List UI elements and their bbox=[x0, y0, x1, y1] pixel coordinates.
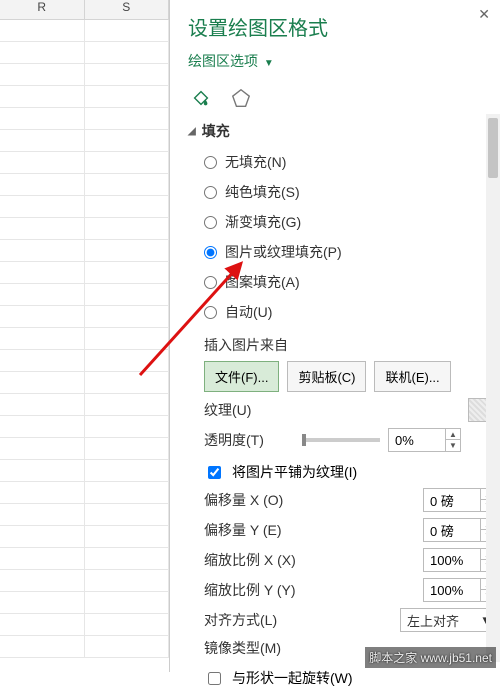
table-row[interactable] bbox=[0, 482, 169, 504]
table-row[interactable] bbox=[0, 570, 169, 592]
table-row[interactable] bbox=[0, 372, 169, 394]
table-row[interactable] bbox=[0, 86, 169, 108]
table-row[interactable] bbox=[0, 394, 169, 416]
table-row[interactable] bbox=[0, 42, 169, 64]
scale-y-input[interactable] bbox=[424, 583, 480, 598]
offset-y-input[interactable] bbox=[424, 523, 480, 538]
fill-section-header[interactable]: ◢ 填充 bbox=[188, 121, 496, 141]
radio-no-fill[interactable]: 无填充(N) bbox=[204, 149, 496, 175]
table-row[interactable] bbox=[0, 64, 169, 86]
transparency-input[interactable] bbox=[389, 433, 445, 448]
offset-x-input[interactable] bbox=[424, 493, 480, 508]
table-row[interactable] bbox=[0, 614, 169, 636]
alignment-select[interactable]: 左上对齐▾ bbox=[400, 608, 496, 632]
scale-x-input[interactable] bbox=[424, 553, 480, 568]
table-row[interactable] bbox=[0, 306, 169, 328]
alignment-label: 对齐方式(L) bbox=[204, 610, 322, 630]
table-row[interactable] bbox=[0, 284, 169, 306]
tile-checkbox[interactable]: 将图片平铺为纹理(I) bbox=[204, 462, 496, 482]
pane-title: 设置绘图区格式 bbox=[188, 12, 496, 41]
table-row[interactable] bbox=[0, 548, 169, 570]
table-row[interactable] bbox=[0, 526, 169, 548]
transparency-stepper[interactable]: ▲▼ bbox=[445, 429, 460, 451]
pane-scrollbar[interactable] bbox=[486, 114, 500, 662]
insert-from-clipboard-button[interactable]: 剪贴板(C) bbox=[287, 361, 366, 392]
radio-pattern-fill[interactable]: 图案填充(A) bbox=[204, 269, 496, 295]
offset-x-label: 偏移量 X (O) bbox=[204, 490, 322, 510]
table-row[interactable] bbox=[0, 130, 169, 152]
collapse-icon: ◢ bbox=[188, 126, 196, 137]
radio-solid-fill[interactable]: 纯色填充(S) bbox=[204, 179, 496, 205]
scale-x-label: 缩放比例 X (X) bbox=[204, 550, 322, 570]
plot-area-options-dropdown[interactable]: 绘图区选项 ▼ bbox=[188, 51, 496, 71]
table-row[interactable] bbox=[0, 218, 169, 240]
texture-label: 纹理(U) bbox=[204, 400, 322, 420]
mirror-type-label: 镜像类型(M) bbox=[204, 638, 322, 658]
insert-from-file-button[interactable]: 文件(F)... bbox=[204, 361, 279, 392]
transparency-label: 透明度(T) bbox=[204, 430, 294, 450]
table-row[interactable] bbox=[0, 240, 169, 262]
table-row[interactable] bbox=[0, 350, 169, 372]
table-row[interactable] bbox=[0, 504, 169, 526]
table-row[interactable] bbox=[0, 262, 169, 284]
fill-tab-icon[interactable] bbox=[188, 85, 214, 111]
column-header-s[interactable]: S bbox=[85, 0, 170, 19]
effects-tab-icon[interactable] bbox=[228, 85, 254, 111]
table-row[interactable] bbox=[0, 438, 169, 460]
rotate-with-shape-checkbox[interactable]: 与形状一起旋转(W) bbox=[204, 668, 496, 688]
radio-picture-fill[interactable]: 图片或纹理填充(P) bbox=[204, 239, 496, 265]
offset-y-label: 偏移量 Y (E) bbox=[204, 520, 322, 540]
table-row[interactable] bbox=[0, 636, 169, 658]
table-row[interactable] bbox=[0, 152, 169, 174]
close-icon[interactable]: ✕ bbox=[478, 6, 490, 23]
scale-y-label: 缩放比例 Y (Y) bbox=[204, 580, 322, 600]
fill-section-label: 填充 bbox=[202, 121, 230, 141]
table-row[interactable] bbox=[0, 20, 169, 42]
options-link-label: 绘图区选项 bbox=[188, 53, 258, 69]
chevron-down-icon: ▼ bbox=[264, 58, 274, 69]
radio-auto-fill[interactable]: 自动(U) bbox=[204, 299, 496, 325]
insert-picture-from-label: 插入图片来自 bbox=[204, 335, 496, 355]
table-row[interactable] bbox=[0, 196, 169, 218]
table-row[interactable] bbox=[0, 460, 169, 482]
table-row[interactable] bbox=[0, 108, 169, 130]
radio-gradient-fill[interactable]: 渐变填充(G) bbox=[204, 209, 496, 235]
watermark: 脚本之家 www.jb51.net bbox=[365, 647, 496, 668]
table-row[interactable] bbox=[0, 416, 169, 438]
format-plot-area-pane: ✕ 设置绘图区格式 绘图区选项 ▼ ◢ 填充 无填充(N) 纯色填充(S) 渐变… bbox=[170, 0, 500, 672]
spreadsheet-area: R S bbox=[0, 0, 170, 672]
table-row[interactable] bbox=[0, 592, 169, 614]
table-row[interactable] bbox=[0, 328, 169, 350]
transparency-slider[interactable] bbox=[302, 438, 380, 442]
table-row[interactable] bbox=[0, 174, 169, 196]
insert-from-online-button[interactable]: 联机(E)... bbox=[374, 361, 450, 392]
column-header-r[interactable]: R bbox=[0, 0, 85, 19]
